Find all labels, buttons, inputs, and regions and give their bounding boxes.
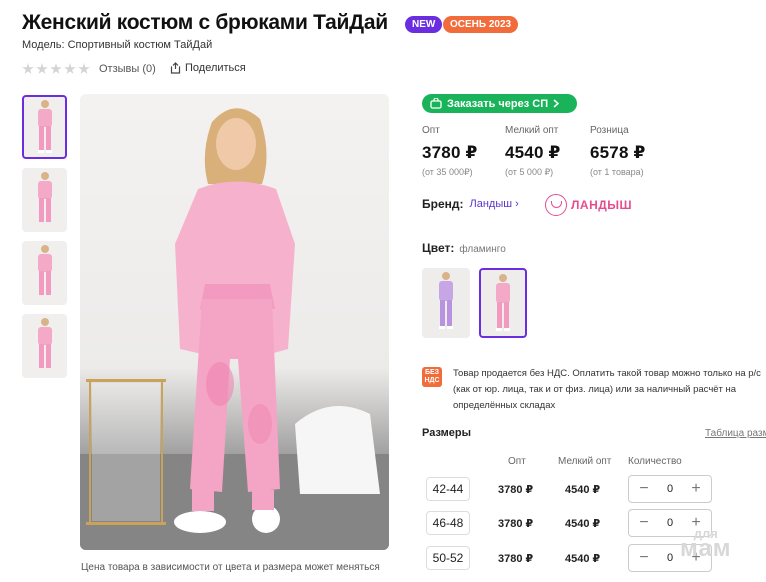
sizes-title: Размеры [422,427,472,439]
size-small-opt-price: 4540 ₽ [565,484,601,496]
price-label: Опт [422,125,440,136]
color-label: Цвет: [422,241,455,255]
price-value: 4540 ₽ [505,143,561,162]
product-model: Модель: Спортивный костюм ТайДай [22,39,213,51]
star-icon [50,63,62,74]
share-button[interactable]: Поделиться [170,62,246,74]
brand-row: Бренд: Ландыш › [422,197,519,211]
color-value: фламинго [459,244,506,255]
cart-icon [430,98,442,109]
suit-figure-icon [37,245,52,295]
price-note: (от 1 товара) [590,167,644,177]
size-opt-price: 3780 ₽ [498,553,534,565]
watermark: для мам [680,527,732,561]
star-icon [22,63,34,74]
lavender-suit-icon [439,272,453,329]
product-title: Женский костюм с брюками ТайДай [22,11,388,34]
order-via-sp-label: Заказать через СП [447,97,549,110]
size-row: 42-44 3780 ₽ 4540 ₽ − 0 + [422,475,766,505]
photo-caption: Цена товара в зависимости от цвета и раз… [81,562,380,573]
color-swatch-flamingo[interactable] [479,268,527,338]
size-small-opt-price: 4540 ₽ [565,553,601,565]
price-note: (от 35 000₽) [422,167,473,177]
season-badge: ОСЕНЬ 2023 [443,16,519,33]
quantity-value[interactable]: 0 [667,517,673,529]
price-retail: Розница 6578 ₽ (от 1 товара) [590,125,646,177]
thumbnail-4[interactable] [22,314,67,378]
color-row: Цвет: фламинго [422,241,506,255]
star-icon [64,63,76,74]
price-value: 6578 ₽ [590,143,646,162]
price-small-wholesale: Мелкий опт 4540 ₽ (от 5 000 ₽) [505,125,561,178]
header-small-opt: Мелкий опт [558,456,612,467]
thumbnail-list [22,95,69,387]
header-opt: Опт [508,456,526,467]
main-product-photo[interactable] [80,94,389,550]
order-via-sp-button[interactable]: Заказать через СП [422,94,577,113]
chevron-right-icon [553,99,560,108]
increment-button[interactable]: + [690,481,702,497]
reviews-link[interactable]: Отзывы (0) [99,63,156,75]
size-small-opt-price: 4540 ₽ [565,518,601,530]
suit-figure-icon [37,318,52,368]
share-label: Поделиться [185,62,246,74]
brand-link[interactable]: Ландыш › [470,198,519,210]
price-label: Мелкий опт [505,125,559,136]
decrement-button[interactable]: − [638,481,650,497]
flamingo-suit-icon [496,274,510,331]
brand-label: Бренд: [422,197,464,211]
price-note: (от 5 000 ₽) [505,167,554,177]
size-opt-price: 3780 ₽ [498,484,534,496]
suit-figure-icon [37,172,52,222]
size-label: 42-44 [426,477,470,501]
rating-stars [22,63,90,75]
suit-figure-icon [37,100,52,153]
brand-logo-text: ЛАНДЫШ [571,198,633,212]
size-table-link[interactable]: Таблица разм [705,428,766,439]
size-label: 46-48 [426,511,470,535]
brand-logo[interactable]: ЛАНДЫШ [545,194,632,216]
color-swatch-lavender[interactable] [422,268,470,338]
header-quantity: Количество [628,456,682,467]
price-value: 3780 ₽ [422,143,478,162]
star-icon [36,63,48,74]
brand-logo-icon [545,194,567,216]
quantity-stepper: − 0 + [628,475,712,503]
thumbnail-2[interactable] [22,168,67,232]
model-in-pink-suit-image [80,108,389,550]
decrement-button[interactable]: − [638,515,650,531]
thumbnail-3[interactable] [22,241,67,305]
no-vat-notice: Товар продается без НДС. Оплатить такой … [453,368,761,411]
share-icon [170,62,181,74]
thumbnail-1[interactable] [22,95,67,159]
quantity-value[interactable]: 0 [667,483,673,495]
decrement-button[interactable]: − [638,550,650,566]
new-badge: NEW [405,16,443,33]
star-icon [78,63,90,74]
price-wholesale: Опт 3780 ₽ (от 35 000₽) [422,125,478,178]
quantity-value[interactable]: 0 [667,552,673,564]
price-label: Розница [590,125,629,136]
watermark-bottom: мам [680,535,732,562]
size-opt-price: 3780 ₽ [498,518,534,530]
no-vat-icon: БЕЗ НДС [422,367,442,387]
size-label: 50-52 [426,546,470,570]
